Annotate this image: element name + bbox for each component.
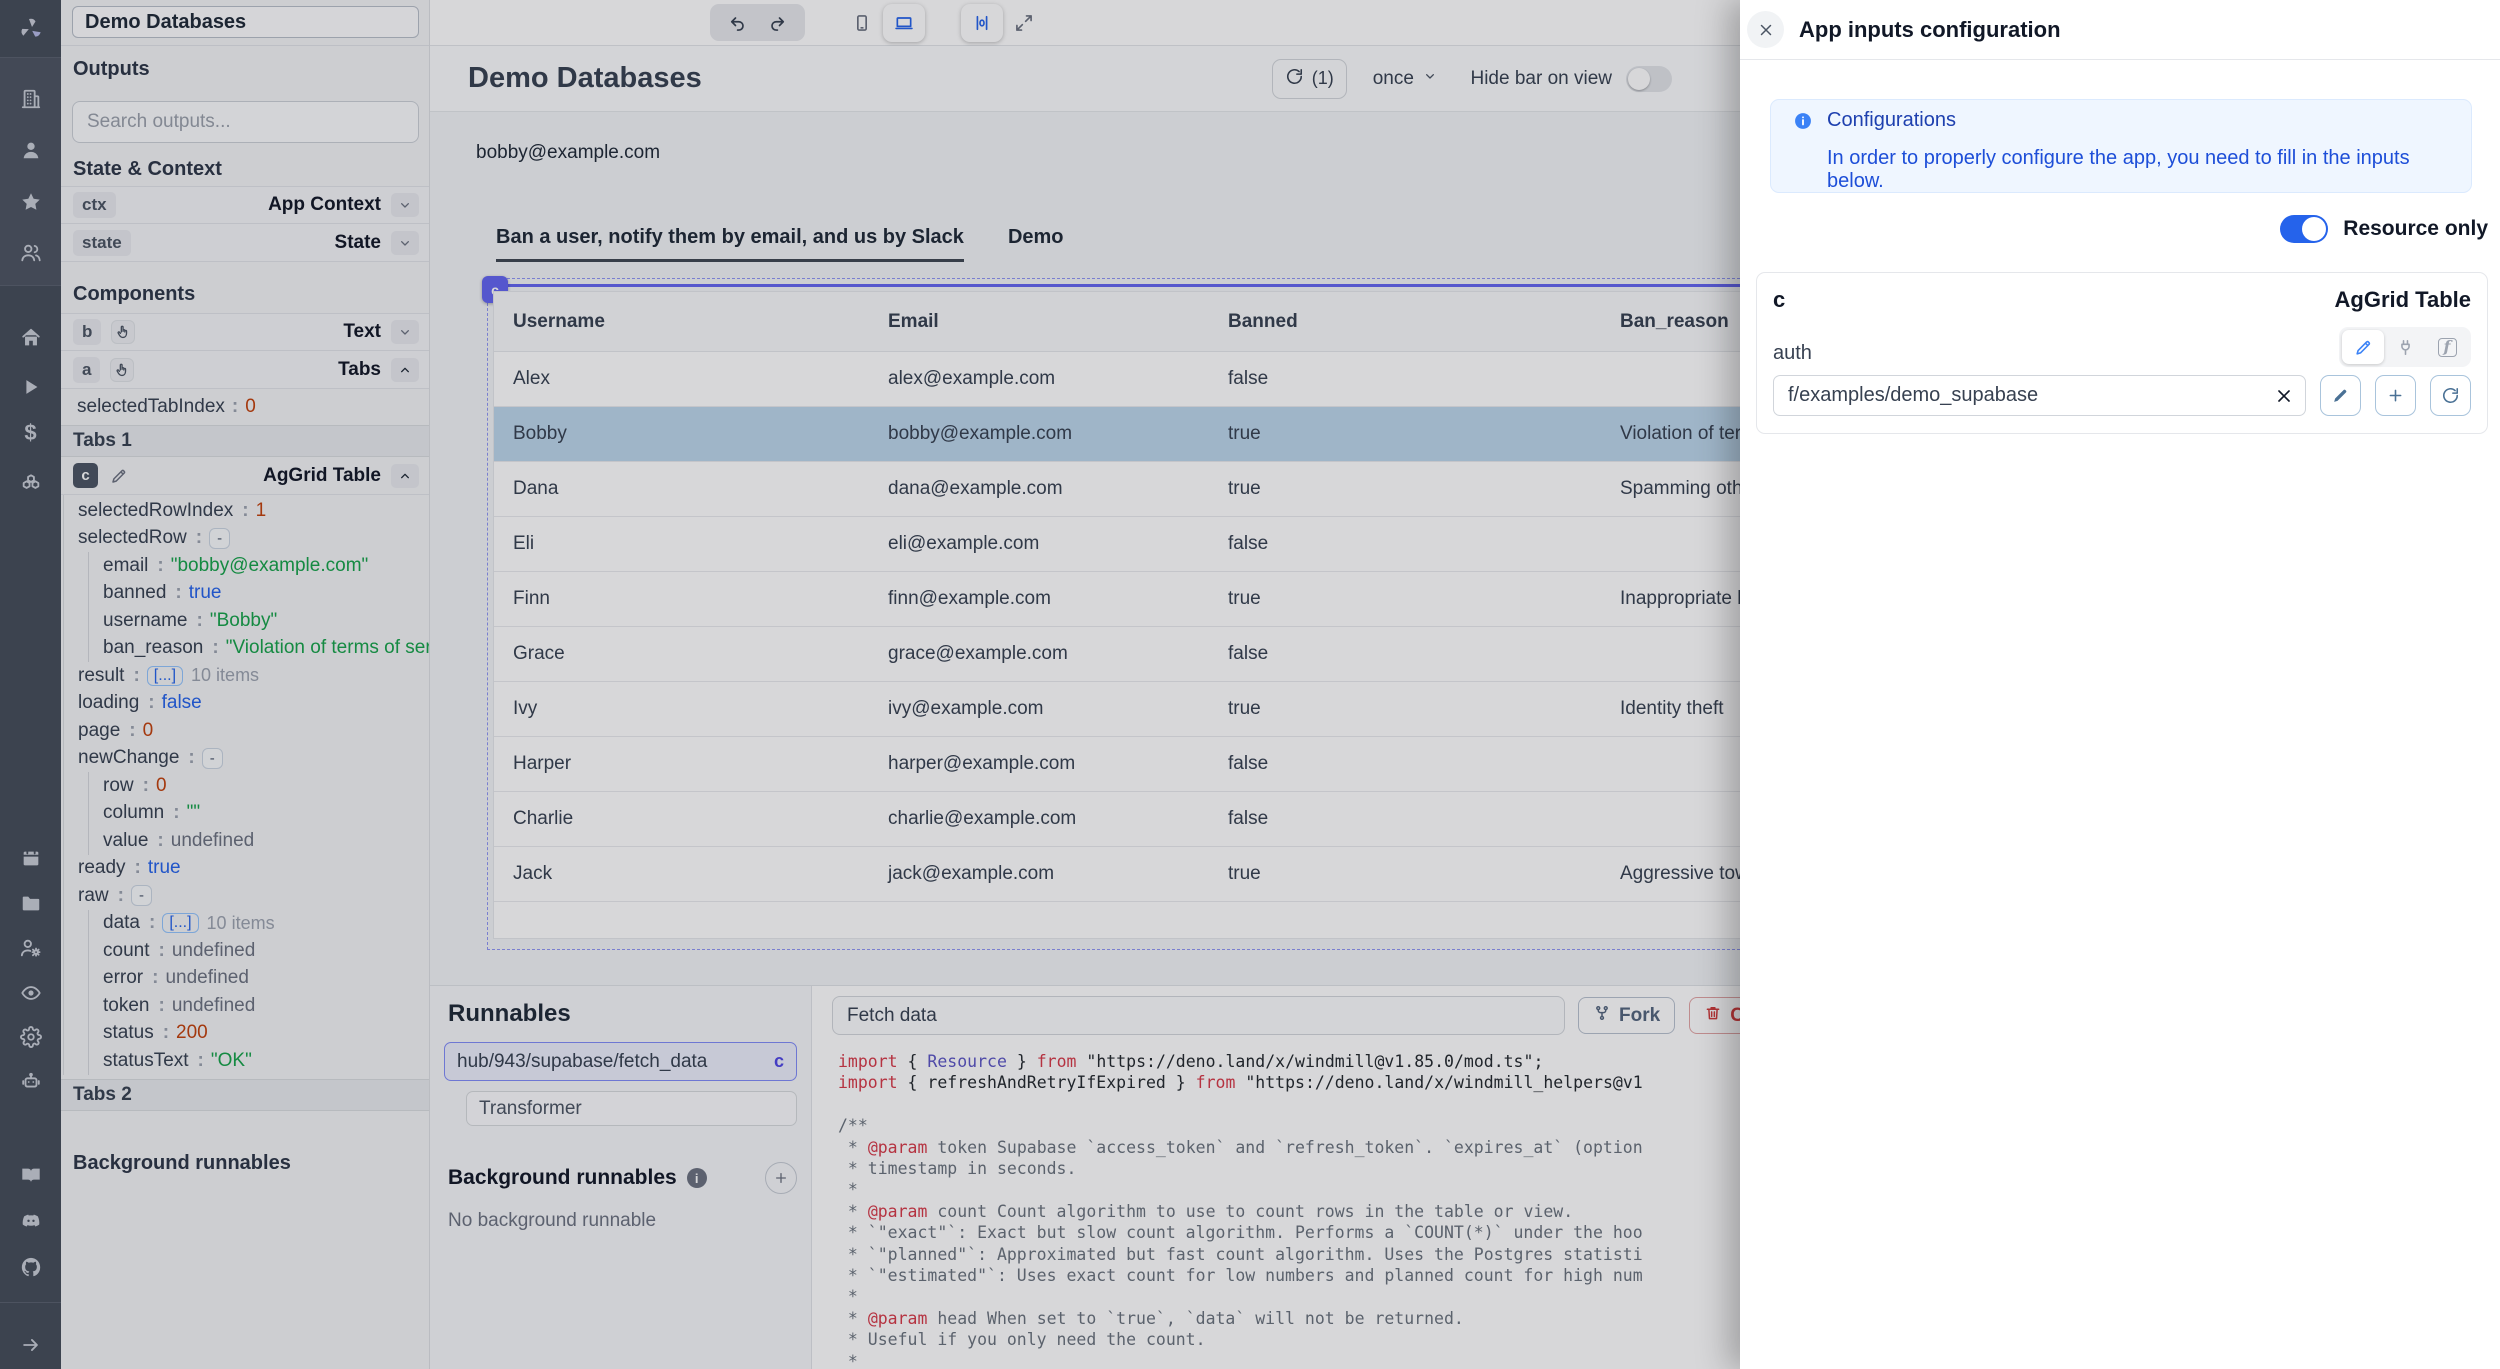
eval-mode-button[interactable]: f bbox=[2426, 330, 2468, 364]
static-mode-button[interactable] bbox=[2342, 330, 2384, 364]
function-icon: f bbox=[2438, 338, 2457, 357]
close-drawer-button[interactable] bbox=[1747, 11, 1784, 48]
resource-only-toggle[interactable] bbox=[2280, 215, 2328, 243]
app-inputs-drawer: App inputs configuration Configurations … bbox=[1740, 0, 2500, 1369]
info-circle-icon bbox=[1793, 111, 1813, 131]
configurations-info-box: Configurations In order to properly conf… bbox=[1770, 99, 2472, 193]
resource-path-input[interactable] bbox=[1773, 375, 2306, 416]
input-mode-segmented-control: f bbox=[2339, 327, 2471, 367]
auth-field-label: auth bbox=[1773, 342, 1812, 367]
component-id: c bbox=[1773, 287, 1785, 313]
connect-mode-button[interactable] bbox=[2384, 330, 2426, 364]
resource-only-label: Resource only bbox=[2343, 217, 2488, 241]
drawer-title: App inputs configuration bbox=[1799, 17, 2061, 43]
drawer-backdrop[interactable] bbox=[0, 0, 1740, 1369]
add-resource-button[interactable] bbox=[2375, 375, 2416, 416]
info-body: In order to properly configure the app, … bbox=[1827, 147, 2471, 193]
info-title: Configurations bbox=[1827, 109, 1956, 132]
component-type: AgGrid Table bbox=[2335, 287, 2472, 313]
component-input-card: c AgGrid Table auth f bbox=[1756, 272, 2488, 434]
refresh-resource-button[interactable] bbox=[2430, 375, 2471, 416]
clear-resource-icon[interactable] bbox=[2274, 386, 2294, 406]
edit-resource-button[interactable] bbox=[2320, 375, 2361, 416]
